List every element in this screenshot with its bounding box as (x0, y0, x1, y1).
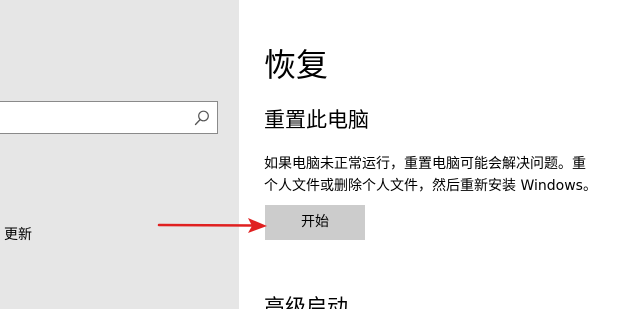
reset-description: 如果电脑未正常运行，重置电脑可能会解决问题。重 个人文件或删除个人文件，然后重新… (264, 153, 620, 197)
section-title-advanced-startup: 高级启动 (264, 295, 348, 309)
main-content: 恢复 重置此电脑 如果电脑未正常运行，重置电脑可能会解决问题。重 个人文件或删除… (239, 0, 620, 309)
start-reset-button[interactable]: 开始 (265, 205, 365, 240)
search-input[interactable] (0, 101, 218, 134)
sidebar-item-label: 更新 (4, 227, 32, 243)
section-title-reset-pc: 重置此电脑 (264, 108, 369, 132)
reset-description-line-2: 个人文件或删除个人文件，然后重新安装 Windows。 (264, 178, 597, 194)
sidebar-item-update[interactable]: 更新 (4, 225, 32, 245)
settings-window: 更新 恢复 重置此电脑 如果电脑未正常运行，重置电脑可能会解决问题。重 个人文件… (0, 0, 620, 309)
reset-description-line-1: 如果电脑未正常运行，重置电脑可能会解决问题。重 (264, 156, 586, 172)
page-title: 恢复 (264, 46, 329, 84)
search-icon[interactable] (193, 109, 211, 127)
annotation-arrow-icon (157, 218, 267, 233)
sidebar: 更新 (0, 0, 239, 309)
